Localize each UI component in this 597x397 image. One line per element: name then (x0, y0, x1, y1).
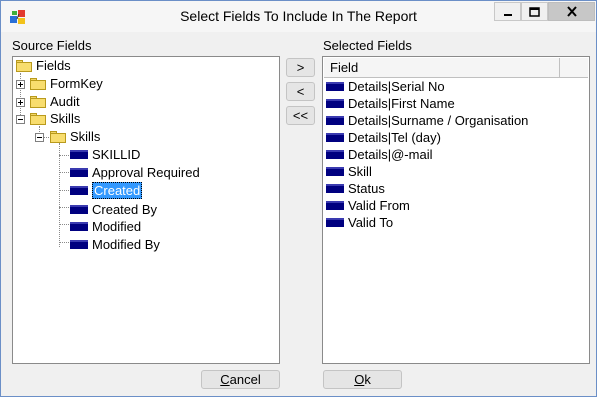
field-icon (326, 116, 344, 125)
field-icon (326, 99, 344, 108)
field-icon (326, 201, 344, 210)
minimize-button[interactable] (494, 2, 521, 21)
field-icon (326, 167, 344, 176)
list-item[interactable]: Details|@-mail (326, 146, 432, 163)
list-item-label: Valid To (348, 215, 394, 230)
folder-icon (50, 130, 66, 143)
list-item[interactable]: Valid To (326, 214, 393, 231)
tree-node-label: Fields (36, 58, 71, 73)
title-bar: Select Fields To Include In The Report (1, 1, 596, 32)
close-button[interactable] (548, 2, 595, 21)
field-icon (70, 186, 88, 195)
column-header-empty[interactable] (560, 58, 588, 78)
list-item-label: Status (348, 181, 385, 196)
expand-audit-toggle[interactable] (16, 98, 25, 107)
ok-button[interactable]: Ok (323, 370, 402, 389)
expand-formkey-toggle[interactable] (16, 80, 25, 89)
tree-folder-formkey[interactable]: FormKey (30, 75, 103, 92)
list-item[interactable]: Details|Tel (day) (326, 129, 441, 146)
tree-node-label: Skills (50, 111, 81, 126)
folder-icon (30, 95, 46, 108)
tree-line (59, 143, 60, 247)
tree-field-skillid[interactable]: SKILLID (70, 146, 140, 163)
tree-node-label: Modified (92, 219, 142, 234)
tree-field-created-by[interactable]: Created By (70, 201, 157, 218)
ok-label: k (364, 372, 371, 387)
tree-node-label: Modified By (92, 237, 160, 252)
folder-icon (16, 59, 32, 72)
folder-icon (30, 112, 46, 125)
field-icon (326, 184, 344, 193)
field-icon (70, 240, 88, 249)
cancel-accelerator: C (220, 372, 230, 387)
field-icon (70, 205, 88, 214)
field-icon (326, 218, 344, 227)
tree-field-created[interactable]: Created (70, 182, 143, 199)
list-item-label: Details|Tel (day) (348, 130, 441, 145)
collapse-skills-sub-toggle[interactable] (35, 133, 44, 142)
tree-node-label: Audit (50, 94, 80, 109)
minimize-icon (503, 13, 512, 16)
remove-field-button[interactable]: < (286, 82, 315, 101)
maximize-icon (529, 6, 540, 17)
tree-node-label: Approval Required (92, 165, 200, 180)
source-fields-tree[interactable]: Fields FormKey Audit Skills Skills SKILL… (12, 56, 280, 364)
maximize-button[interactable] (521, 2, 548, 21)
field-icon (326, 133, 344, 142)
tree-node-label: SKILLID (92, 147, 141, 162)
cancel-label: ancel (229, 372, 261, 387)
list-item-label: Details|Serial No (348, 79, 445, 94)
source-fields-label: Source Fields (12, 38, 92, 53)
tree-field-modified-by[interactable]: Modified By (70, 236, 160, 253)
list-item-label: Valid From (348, 198, 410, 213)
tree-field-approval-required[interactable]: Approval Required (70, 164, 200, 181)
list-item[interactable]: Details|First Name (326, 95, 455, 112)
list-item[interactable]: Skill (326, 163, 372, 180)
tree-node-label: FormKey (50, 76, 103, 91)
list-item-label: Details|First Name (348, 96, 455, 111)
tree-node-label: Created By (92, 202, 158, 217)
tree-node-label-selected: Created (92, 182, 143, 199)
list-item[interactable]: Details|Surname / Organisation (326, 112, 528, 129)
collapse-skills-toggle[interactable] (16, 115, 25, 124)
field-icon (326, 82, 344, 91)
ok-accelerator: O (354, 372, 365, 387)
column-header-field[interactable]: Field (324, 58, 560, 78)
list-item-label: Skill (348, 164, 372, 179)
tree-root-fields[interactable]: Fields (16, 57, 71, 74)
tree-field-modified[interactable]: Modified (70, 218, 141, 235)
selected-fields-list[interactable]: Field Details|Serial No Details|First Na… (322, 56, 590, 364)
selected-fields-label: Selected Fields (323, 38, 412, 53)
field-icon (70, 222, 88, 231)
tree-folder-skills[interactable]: Skills (30, 110, 80, 127)
field-icon (326, 150, 344, 159)
field-icon (70, 150, 88, 159)
remove-all-fields-button[interactable]: << (286, 106, 315, 125)
list-item-label: Details|@-mail (348, 147, 433, 162)
list-item[interactable]: Details|Serial No (326, 78, 445, 95)
close-icon (566, 6, 577, 17)
list-header: Field (324, 58, 588, 78)
list-item[interactable]: Valid From (326, 197, 410, 214)
folder-icon (30, 77, 46, 90)
tree-folder-audit[interactable]: Audit (30, 93, 80, 110)
add-field-button[interactable]: > (286, 58, 315, 77)
field-icon (70, 168, 88, 177)
list-item[interactable]: Status (326, 180, 385, 197)
list-item-label: Details|Surname / Organisation (348, 113, 529, 128)
tree-node-label: Skills (70, 129, 101, 144)
dialog-window: Select Fields To Include In The Report S… (0, 0, 597, 397)
tree-subfolder-skills[interactable]: Skills (50, 128, 100, 145)
cancel-button[interactable]: Cancel (201, 370, 280, 389)
